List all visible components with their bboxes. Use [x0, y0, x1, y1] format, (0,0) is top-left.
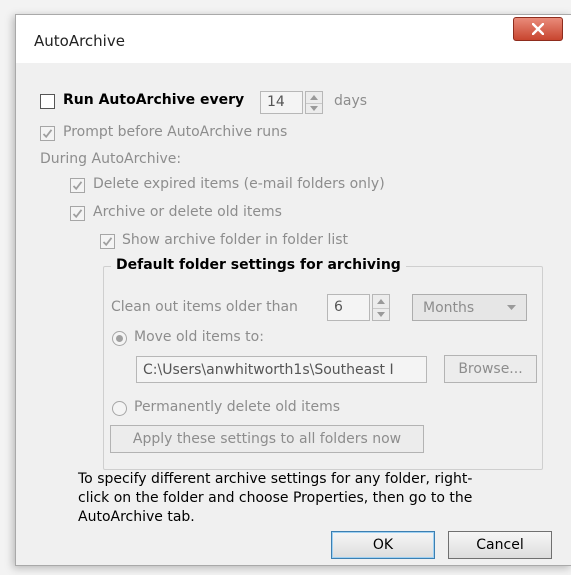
permanently-delete-label: Permanently delete old items — [134, 399, 341, 415]
run-autoarchive-checkbox[interactable] — [40, 94, 55, 109]
cancel-button[interactable]: Cancel — [448, 531, 552, 559]
clean-out-unit-value: Months — [423, 300, 475, 316]
prompt-before-checkbox[interactable] — [40, 126, 55, 141]
run-every-days-spinner[interactable] — [305, 91, 323, 114]
archive-old-label: Archive or delete old items — [93, 204, 282, 220]
delete-expired-label: Delete expired items (e-mail folders onl… — [93, 176, 385, 192]
title-bar[interactable]: AutoArchive — [16, 15, 571, 63]
default-folder-settings-title: Default folder settings for archiving — [111, 257, 406, 273]
show-archive-folder-label: Show archive folder in folder list — [122, 232, 349, 248]
info-text: To specify different archive settings fo… — [78, 471, 473, 525]
show-archive-folder-checkbox[interactable] — [100, 234, 115, 249]
run-every-days-input[interactable]: 14 — [260, 91, 303, 114]
archive-old-checkbox[interactable] — [70, 206, 85, 221]
clean-out-value-input[interactable]: 6 — [327, 294, 370, 321]
close-icon — [532, 23, 544, 35]
autoarchive-dialog: AutoArchive Run AutoArchive every 14 day… — [15, 14, 571, 566]
move-old-items-radio[interactable] — [112, 331, 127, 346]
during-autoarchive-label: During AutoArchive: — [40, 151, 182, 167]
ok-button[interactable]: OK — [331, 531, 435, 559]
spin-up-icon[interactable] — [373, 295, 389, 309]
clean-out-label: Clean out items older than — [111, 299, 298, 315]
apply-to-all-folders-button[interactable]: Apply these settings to all folders now — [110, 425, 424, 453]
radio-dot-icon — [116, 335, 123, 342]
clean-out-spinner[interactable] — [372, 294, 390, 321]
spin-down-icon[interactable] — [306, 103, 322, 114]
spin-down-icon[interactable] — [373, 308, 389, 320]
chevron-down-icon — [507, 305, 516, 310]
archive-path-input[interactable]: C:\Users\anwhitworth1s\Southeast I — [136, 356, 427, 383]
dialog-title: AutoArchive — [34, 32, 125, 50]
run-every-unit: days — [334, 93, 368, 109]
dialog-body: Run AutoArchive every 14 days Prompt bef… — [16, 63, 571, 565]
permanently-delete-radio[interactable] — [112, 401, 127, 416]
move-old-items-label: Move old items to: — [134, 329, 264, 345]
delete-expired-checkbox[interactable] — [70, 178, 85, 193]
checkmark-icon — [102, 237, 113, 247]
clean-out-unit-select[interactable]: Months — [412, 294, 527, 321]
run-autoarchive-label: Run AutoArchive every — [63, 92, 245, 108]
close-button[interactable] — [513, 17, 563, 41]
checkmark-icon — [42, 129, 53, 139]
browse-button[interactable]: Browse... — [444, 355, 537, 383]
checkmark-icon — [72, 209, 83, 219]
checkmark-icon — [72, 181, 83, 191]
prompt-before-label: Prompt before AutoArchive runs — [63, 124, 288, 140]
